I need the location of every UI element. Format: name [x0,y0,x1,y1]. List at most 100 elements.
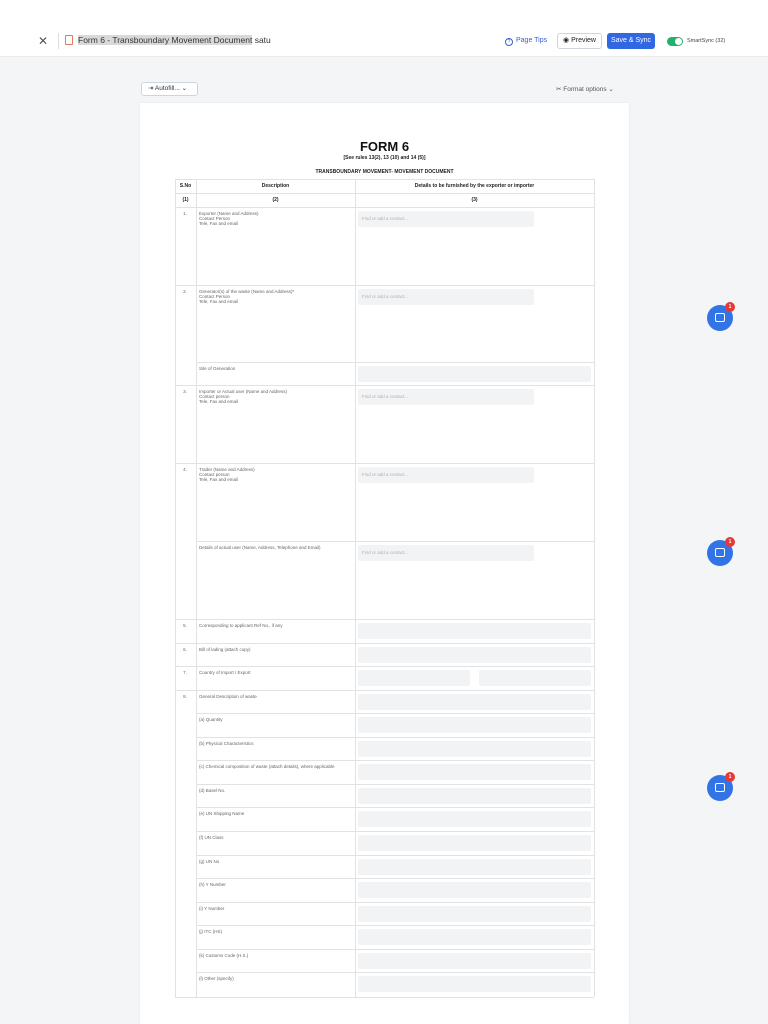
row-description: Trader (Name and Address) Contact person… [199,467,255,482]
header-details: Details to be furnished by the exporter … [414,183,535,189]
preview-label: Preview [571,37,596,44]
preview-button[interactable]: ◉ Preview [557,33,602,49]
row-divider [175,643,594,644]
row-number: 5. [183,623,187,628]
document-title-rest: satu [252,35,271,45]
header-col2: (2) [272,197,279,203]
text-field[interactable] [358,976,591,992]
chat-widget[interactable]: 1 [707,302,735,331]
row-description: (g) UN No [199,859,220,864]
row-description: (c) Chemical composition of waste (attac… [199,764,335,769]
format-options-label: Format options [563,86,607,93]
smartsync-toggle[interactable] [667,37,683,46]
row-description: (j) ITC (HS) [199,929,222,934]
autofill-icon: ⇥ [148,85,155,92]
divider [58,33,59,49]
row-description: (e) UN Shipping Name [199,811,245,816]
chat-icon [715,313,725,322]
text-field[interactable] [358,859,591,875]
text-field[interactable] [358,835,591,851]
contact-input[interactable]: Find or add a contact... [358,389,534,405]
table-border [355,179,356,997]
table-border [175,997,594,998]
row-divider [175,285,594,286]
format-options-dropdown[interactable]: ✂ Format options ⌄ [556,85,614,93]
contact-input[interactable]: Find or add a contact... [358,211,534,227]
row-divider [196,760,594,761]
row-number: 3. [183,389,187,394]
row-number: 6. [183,647,187,652]
header-col1: (1) [182,197,189,203]
header-sno: S.No [179,183,192,189]
chat-widget[interactable]: 1 [707,537,735,566]
save-sync-button[interactable]: Save & Sync [607,33,655,49]
smartsync-label: SmartSync (32) [687,38,726,44]
notification-badge: 1 [725,537,735,547]
form-title: FORM 6 [359,139,410,154]
row-number: 8. [183,694,187,699]
row-divider [196,362,594,363]
row-divider [196,972,594,973]
row-number: 2. [183,289,187,294]
help-icon: ? [505,38,513,46]
row-description: Exporter (Name and Address) Contact Pers… [199,211,259,226]
row-divider [175,619,594,620]
row-divider [196,902,594,903]
row-description: Importer or Actual user (Name and Addres… [199,389,288,404]
row-description: (d) Basel No. [199,788,226,793]
notification-badge: 1 [725,302,735,312]
row-divider [175,385,594,386]
row-divider [196,807,594,808]
row-number: 7. [183,670,187,675]
autofill-dropdown[interactable]: ⇥ Autofill... ⌄ [141,82,198,96]
row-divider [196,855,594,856]
close-icon[interactable]: ✕ [36,34,50,48]
chat-icon [715,548,725,557]
form-subtitle: TRANSBOUNDARY MOVEMENT- MOVEMENT DOCUMEN… [315,169,454,175]
text-field[interactable] [358,366,591,382]
text-field[interactable] [358,647,591,663]
text-field[interactable] [358,788,591,804]
row-divider [196,713,594,714]
contact-input[interactable]: Find or add a contact... [358,545,534,561]
row-description: Corresponding to applicant Ref No., if a… [199,623,283,628]
chevron-down-icon: ⌄ [179,85,188,92]
eye-icon: ◉ [563,37,572,44]
text-field[interactable] [358,764,591,780]
row-description: (f) UN Class [199,835,224,840]
row-description: Details of actual user (Name, Address, T… [199,545,321,550]
table-border [175,179,594,180]
row-description: General Description of waste [199,694,257,699]
row-divider [196,878,594,879]
row-divider [196,784,594,785]
chat-icon [715,783,725,792]
chat-widget[interactable]: 1 [707,772,735,801]
text-field[interactable] [358,717,591,733]
text-field[interactable] [358,953,591,969]
contact-input[interactable]: Find or add a contact... [358,467,534,483]
text-field[interactable] [358,882,591,898]
form-rules: [See rules 13(2), 13 (10) and 14 (5)] [343,155,426,161]
text-field[interactable] [358,929,591,945]
header-col3: (3) [471,197,478,203]
country-import-field[interactable] [358,670,470,686]
row-description: (a) Quantity [199,717,223,722]
document-title[interactable]: Form 6 - Transboundary Movement Document… [78,35,271,45]
contact-input[interactable]: Find or add a contact... [358,289,534,305]
text-field[interactable] [358,906,591,922]
table-border [175,193,594,194]
row-divider [196,541,594,542]
country-export-field[interactable] [479,670,591,686]
row-description: (h) Y Number [199,882,226,887]
text-field[interactable] [358,811,591,827]
row-divider [196,925,594,926]
row-description: (b) Physical Characteristics [199,741,254,746]
row-number: 4. [183,467,187,472]
text-field[interactable] [358,741,591,757]
table-border [175,179,176,997]
text-field[interactable] [358,694,591,710]
row-divider [175,463,594,464]
page-tips-link[interactable]: ? Page Tips [505,37,547,46]
text-field[interactable] [358,623,591,639]
row-description: Site of Generation [199,366,236,371]
